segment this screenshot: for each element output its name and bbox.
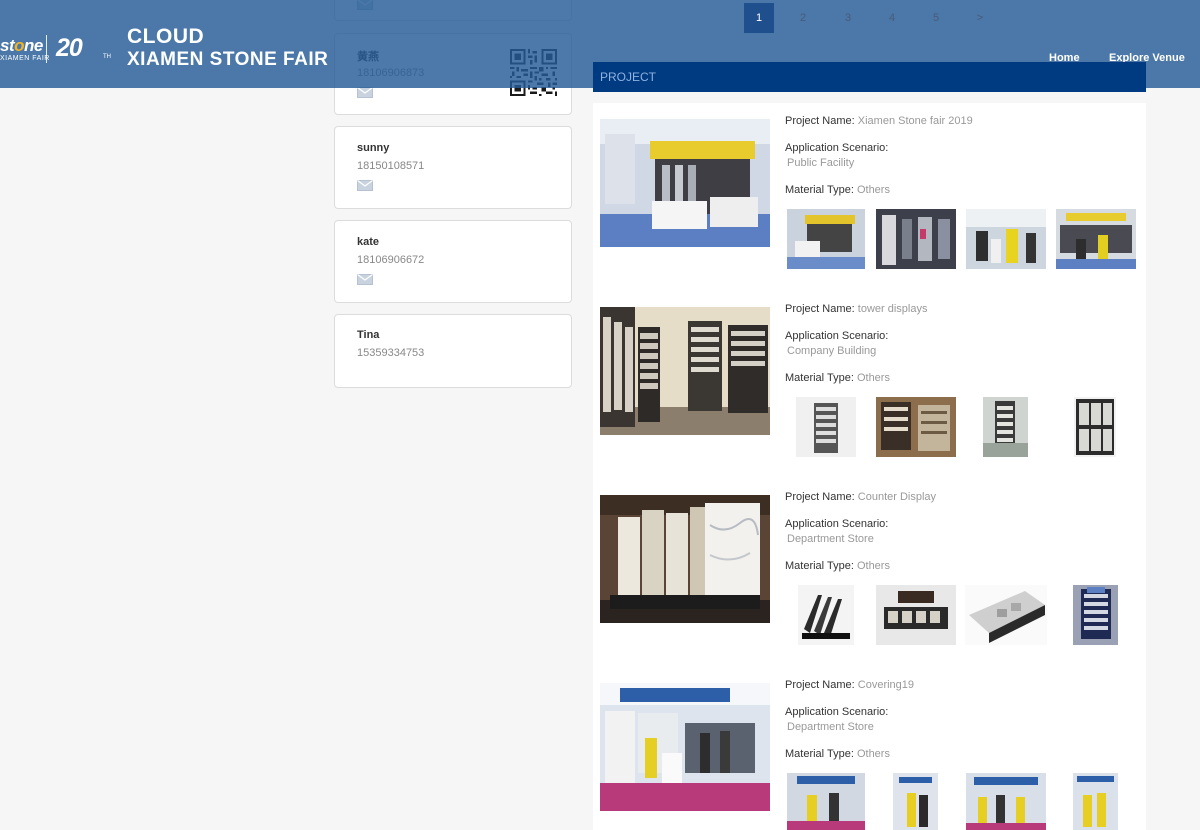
project-name-value: Xiamen Stone fair 2019 [857,115,973,127]
project-main-image[interactable] [600,307,770,435]
material-type-label: Material Type: [785,184,854,196]
project-name-label: Project Name: [785,679,855,691]
contact-card: sunny 18150108571 [334,126,572,209]
project-main-image[interactable] [600,119,770,247]
logo-divider [46,35,47,63]
material-type-value: Others [856,184,890,196]
application-scenario-label: Application Scenario: [785,142,889,154]
project-thumbnail[interactable] [876,397,956,457]
material-type-label: Material Type: [785,372,854,384]
contact-phone: 18150108571 [357,160,425,172]
contact-name: kate [357,236,380,248]
project-thumbnail[interactable] [876,209,956,269]
project-thumbnail[interactable] [796,397,856,457]
project-name-field: Project Name: Xiamen Stone fair 2019 [785,115,973,127]
envelope-icon[interactable] [357,180,373,191]
project-name-field: Project Name: tower displays [785,303,927,315]
material-type-value: Others [856,560,890,572]
project-main-image[interactable] [600,683,770,811]
application-scenario-label: Application Scenario: [785,330,889,342]
page-button-2[interactable]: 2 [788,3,818,33]
project-thumbnail[interactable] [966,209,1046,269]
project-thumbnail[interactable] [1073,773,1118,830]
page-button-4[interactable]: 4 [877,3,907,33]
material-type-field: Material Type: Others [785,372,890,384]
contact-card: kate 18106906672 [334,220,572,303]
material-type-value: Others [856,748,890,760]
material-type-label: Material Type: [785,560,854,572]
page-button-1[interactable]: 1 [744,3,774,33]
logo-anniversary-suffix: TH [103,54,111,60]
material-type-field: Material Type: Others [785,560,890,572]
project-list: Project Name: Xiamen Stone fair 2019 App… [593,103,1146,830]
project-thumbnail[interactable] [1056,209,1136,269]
logo-fair-text: XIAMEN FAIR [0,55,50,62]
project-thumbnail[interactable] [798,585,854,645]
application-scenario-value: Company Building [787,345,877,357]
contact-name: Tina [357,329,380,341]
material-type-field: Material Type: Others [785,748,890,760]
project-thumbnail[interactable] [983,397,1028,457]
project-name-field: Project Name: Counter Display [785,491,936,503]
contact-card: Tina 15359334753 [334,314,572,388]
project-name-field: Project Name: Covering19 [785,679,914,691]
project-section-title: PROJECT [600,70,657,84]
project-main-image[interactable] [600,495,770,623]
logo-title-top: CLOUD [127,25,205,48]
page-button-5[interactable]: 5 [921,3,951,33]
application-scenario-value: Public Facility [787,157,855,169]
project-thumbnail[interactable] [876,585,956,645]
project-thumbnail[interactable] [787,773,865,830]
application-scenario-label: Application Scenario: [785,706,889,718]
project-name-value: Counter Display [857,491,937,503]
project-section-header: PROJECT [593,62,1146,92]
project-name-label: Project Name: [785,115,855,127]
envelope-icon[interactable] [357,87,373,98]
application-scenario-value: Department Store [787,533,874,545]
project-thumbnail[interactable] [787,209,865,269]
project-name-value: tower displays [857,303,928,315]
envelope-icon[interactable] [357,274,373,285]
logo-stone-text: stone [0,36,43,55]
logo-anniversary: 20 [56,34,83,62]
contact-phone: 15359334753 [357,347,425,359]
page-next-button[interactable]: > [965,3,995,33]
project-thumbnail[interactable] [893,773,938,830]
project-thumbnail[interactable] [1073,585,1118,645]
application-scenario-value: Department Store [787,721,874,733]
material-type-label: Material Type: [785,748,854,760]
material-type-value: Others [856,372,890,384]
contact-name: sunny [357,142,390,154]
material-type-field: Material Type: Others [785,184,890,196]
application-scenario-label: Application Scenario: [785,518,889,530]
page-button-3[interactable]: 3 [833,3,863,33]
project-name-label: Project Name: [785,303,855,315]
project-thumbnail[interactable] [966,773,1046,830]
contact-phone: 18106906672 [357,254,425,266]
logo-title-bottom: XIAMEN STONE FAIR [127,49,329,70]
project-name-value: Covering19 [857,679,915,691]
project-thumbnail[interactable] [1074,397,1116,457]
project-name-label: Project Name: [785,491,855,503]
project-thumbnail[interactable] [965,585,1047,645]
